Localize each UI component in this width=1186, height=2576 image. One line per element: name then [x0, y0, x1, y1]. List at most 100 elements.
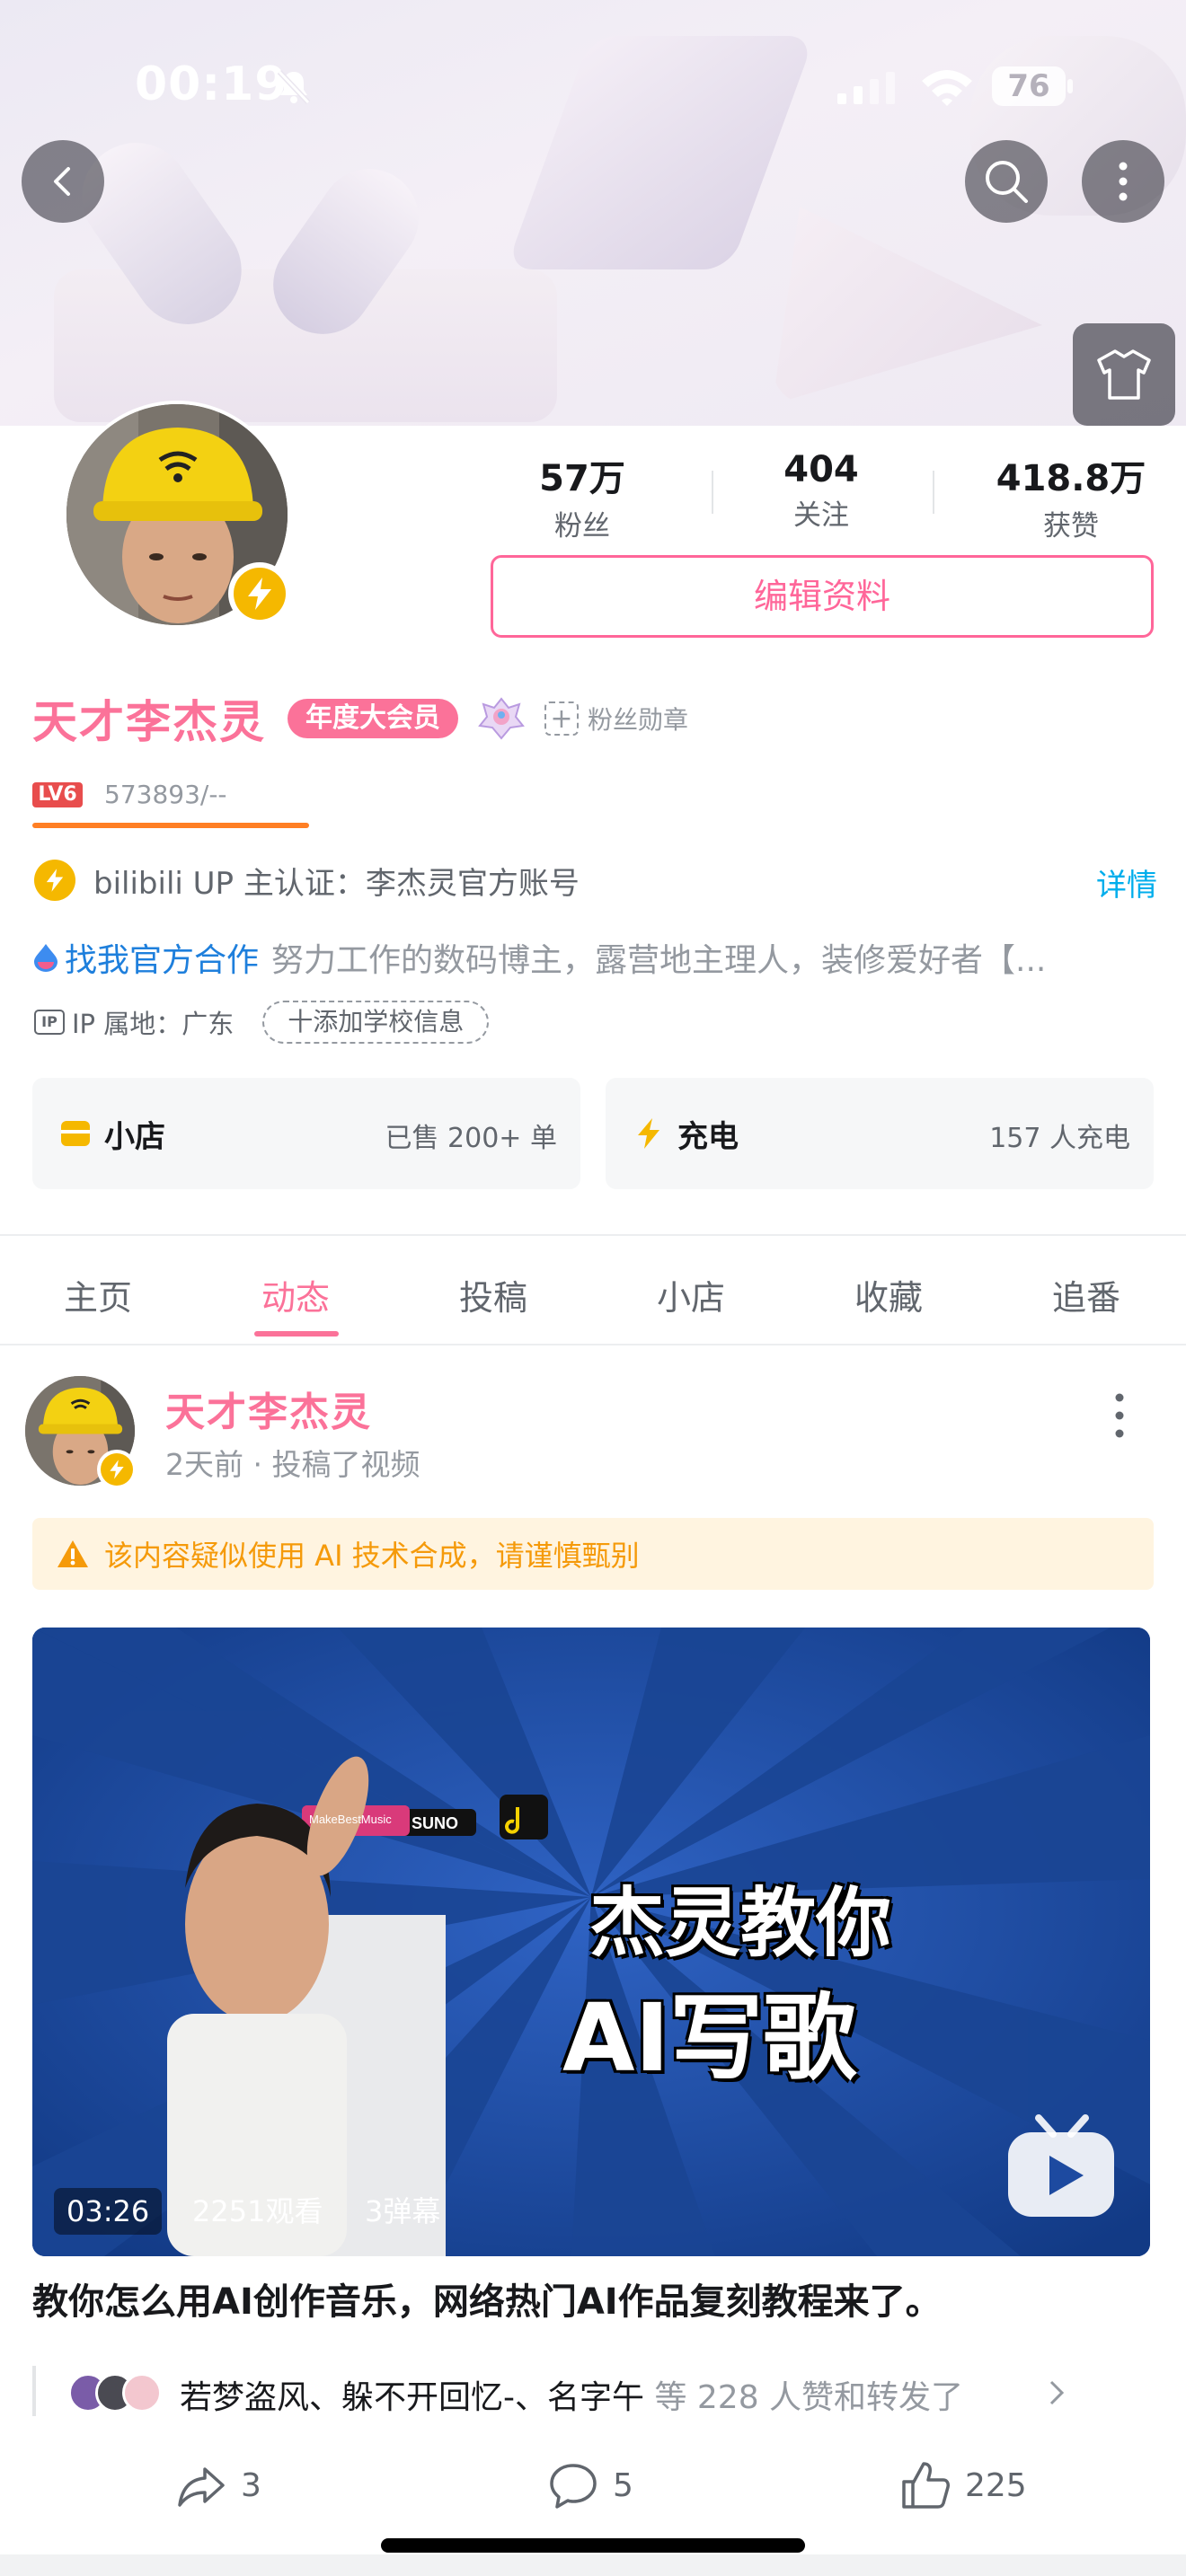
- thumb-text-line2: AI写歌: [562, 1983, 857, 2093]
- like-button[interactable]: 225: [900, 2445, 1027, 2526]
- signature-text: 努力工作的数码博主，露营地主理人，装修爱好者【...: [271, 942, 1047, 979]
- stat-fans[interactable]: 57万 粉丝: [492, 449, 672, 543]
- likes-row[interactable]: 若梦盗风、躲不开回忆-、名字午 等 228 人赞和转发了: [32, 2362, 1146, 2422]
- bell-muted-icon: [277, 69, 311, 104]
- stat-following[interactable]: 404 关注: [731, 449, 911, 533]
- lightning-icon: [34, 860, 75, 901]
- liker-names: 若梦盗风、躲不开回忆-、名字午: [180, 2379, 644, 2416]
- tab-dynamics[interactable]: 动态: [197, 1270, 394, 1319]
- add-school-button[interactable]: 十添加学校信息: [262, 1001, 490, 1044]
- chevron-left-icon: [54, 167, 70, 196]
- tab-favorites[interactable]: 收藏: [790, 1270, 987, 1319]
- charge-card[interactable]: 充电 157 人充电: [606, 1078, 1154, 1189]
- more-vertical-icon[interactable]: [1102, 1389, 1137, 1442]
- video-views: 2251观看: [192, 2194, 323, 2228]
- liker-avatars: [68, 2373, 167, 2413]
- share-button[interactable]: 3: [176, 2445, 261, 2526]
- tab-shop[interactable]: 小店: [592, 1270, 790, 1319]
- warning-icon: [58, 1540, 88, 1567]
- stat-likes[interactable]: 418.8万 获赞: [981, 449, 1161, 543]
- up-verified-badge: [228, 562, 291, 625]
- search-button[interactable]: [965, 140, 1048, 223]
- lightning-icon: [248, 578, 271, 610]
- level-row: LV6 573893/--: [32, 780, 227, 809]
- name-row: 天才李杰灵 年度大会员 + 粉丝勋章: [32, 686, 688, 751]
- likes-tail: 等 228 人赞和转发了: [644, 2379, 964, 2416]
- ip-row: IP IP 属地：广东 十添加学校信息: [34, 999, 490, 1045]
- thumb-tag-suno: SUNO: [412, 1814, 459, 1832]
- thumb-tag-makebestmusic: MakeBestMusic: [309, 1813, 392, 1826]
- comment-count: 5: [613, 2466, 633, 2504]
- avatar: [122, 2373, 162, 2413]
- post-author-name[interactable]: 天才李杰灵: [165, 1380, 372, 1437]
- signature-row[interactable]: 找我官方合作 努力工作的数码博主，露营地主理人，装修爱好者【...: [31, 931, 1145, 984]
- battery-tip: [1067, 79, 1073, 93]
- ai-notice-text: 该内容疑似使用 AI 技术合成，请谨慎甄别: [104, 1539, 640, 1573]
- tab-home[interactable]: 主页: [0, 1270, 197, 1319]
- shop-card[interactable]: 小店 已售 200+ 单: [32, 1078, 580, 1189]
- certification-detail-link[interactable]: 详情: [1096, 860, 1157, 904]
- chevron-right-icon: [1049, 2380, 1065, 2405]
- status-time: 00:19: [135, 57, 288, 111]
- video-danmaku-count: 3弹幕: [365, 2194, 441, 2228]
- quote-bar: [32, 2366, 36, 2416]
- divider: [0, 1344, 1186, 1345]
- post-title[interactable]: 教你怎么用AI创作音乐，网络热门AI作品复刻教程来了。: [32, 2272, 1155, 2325]
- stat-value: 418.8万: [996, 458, 1146, 499]
- stat-label: 粉丝: [554, 510, 610, 543]
- certification-text: bilibili UP 主认证：李杰灵官方账号: [93, 865, 580, 902]
- home-indicator[interactable]: [381, 2538, 805, 2553]
- shop-icon: [61, 1121, 90, 1146]
- user-name: 天才李杰灵: [32, 696, 266, 748]
- likes-summary: 若梦盗风、躲不开回忆-、名字午 等 228 人赞和转发了: [180, 2371, 963, 2418]
- shop-title: 小店: [104, 1119, 165, 1155]
- bottom-safe-area: [0, 2554, 1186, 2576]
- thumbs-up-icon: [902, 2462, 950, 2509]
- video-cover[interactable]: 杰灵教你 AI写歌 MakeBestMusic SUNO 03:26 2251观…: [32, 1628, 1150, 2256]
- ip-icon: IP: [34, 1010, 65, 1035]
- charge-meta: 157 人充电: [989, 1123, 1130, 1154]
- more-vertical-icon: [1119, 162, 1128, 201]
- level-badge: LV6: [32, 781, 83, 807]
- comment-icon: [550, 2464, 597, 2509]
- cellular-signal-icon: [837, 72, 895, 104]
- search-icon: [986, 161, 1028, 203]
- status-bar: 00:19 76: [0, 54, 1186, 117]
- profile-avatar[interactable]: [63, 401, 291, 629]
- dress-up-button[interactable]: [1073, 323, 1175, 426]
- charge-title: 充电: [677, 1119, 739, 1155]
- level-exp: 573893/--: [104, 780, 227, 809]
- bilibili-tv-play-icon: [1008, 2114, 1114, 2217]
- more-options-button[interactable]: [1082, 140, 1164, 223]
- up-verified-badge: [97, 1450, 137, 1489]
- ai-content-notice: 该内容疑似使用 AI 技术合成，请谨慎甄别: [32, 1518, 1154, 1590]
- cooperation-link[interactable]: 找我官方合作: [65, 934, 259, 981]
- post-actions: 3 5 225: [0, 2445, 1186, 2526]
- profile-cards: 小店 已售 200+ 单 充电 157 人充电: [32, 1078, 1154, 1189]
- vip-badge[interactable]: 年度大会员: [288, 699, 458, 738]
- shop-meta: 已售 200+ 单: [385, 1123, 557, 1154]
- back-button[interactable]: [22, 140, 104, 223]
- tab-indicator: [254, 1331, 339, 1337]
- post-time: 2天前 · 投稿了视频: [165, 1447, 420, 1482]
- share-icon: [178, 2467, 225, 2507]
- medal-icon[interactable]: [478, 695, 525, 742]
- stat-label: 关注: [793, 499, 849, 532]
- stat-divider: [712, 471, 713, 514]
- edit-profile-button[interactable]: 编辑资料: [491, 555, 1154, 638]
- stat-divider: [933, 471, 934, 514]
- stat-label: 获赞: [1043, 510, 1099, 543]
- level-progress-bar: [32, 823, 309, 828]
- certification-row: bilibili UP 主认证：李杰灵官方账号 详情: [34, 853, 1157, 907]
- video-duration: 03:26: [54, 2188, 163, 2235]
- tab-bangumi[interactable]: 追番: [987, 1270, 1185, 1319]
- plus-icon: +: [544, 701, 579, 736]
- lightning-icon: [638, 1118, 659, 1149]
- share-count: 3: [241, 2466, 261, 2504]
- tab-uploads[interactable]: 投稿: [394, 1270, 592, 1319]
- like-count: 225: [965, 2466, 1027, 2504]
- profile-stats: 57万 粉丝 404 关注 418.8万 获赞: [492, 449, 1157, 543]
- comment-button[interactable]: 5: [548, 2445, 633, 2526]
- stat-value: 57万: [539, 458, 625, 499]
- fan-medal-button[interactable]: + 粉丝勋章: [544, 701, 688, 737]
